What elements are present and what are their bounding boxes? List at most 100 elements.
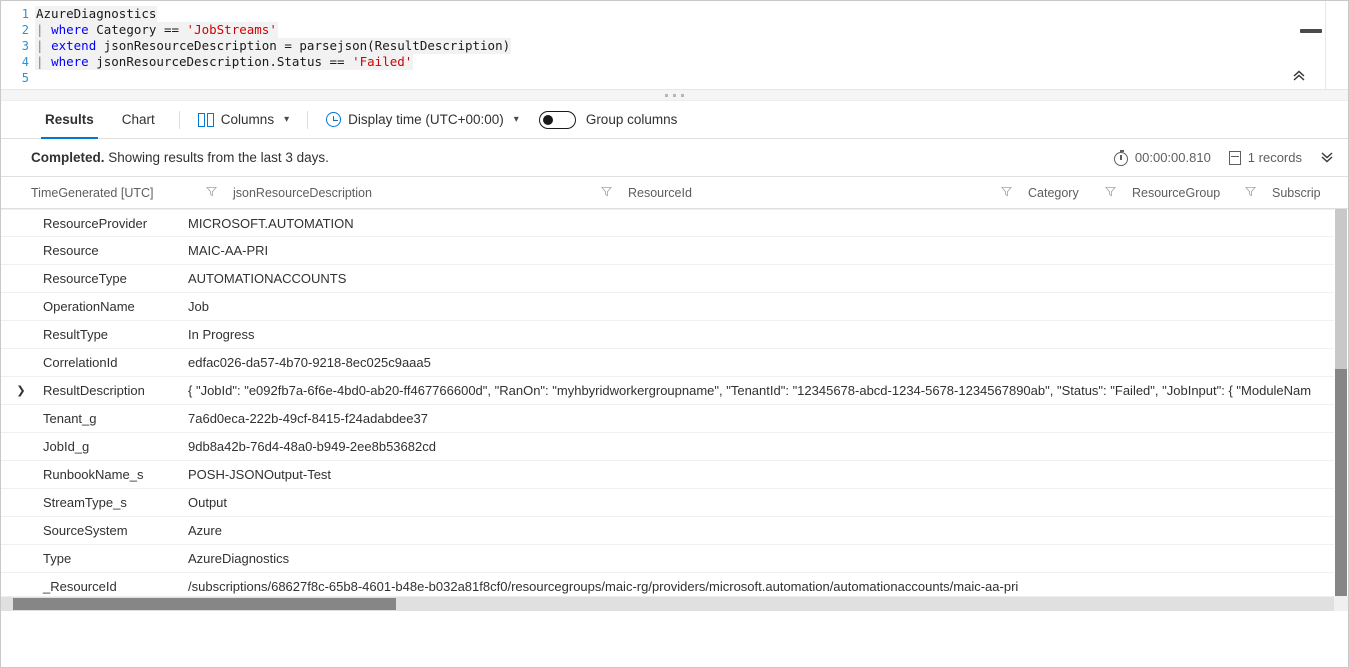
code-line[interactable]: AzureDiagnostics [35,6,1348,22]
row-expand-chevron-right-icon[interactable]: ❯ [1,384,41,397]
code-line[interactable] [35,70,1348,86]
row-key: _ResourceId [41,579,188,594]
table-row[interactable]: JobId_g9db8a42b-76d4-48a0-b949-2ee8b5368… [1,433,1348,461]
query-code-area[interactable]: AzureDiagnostics| where Category == 'Job… [35,1,1348,89]
vertical-scrollbar-thumb-upper[interactable] [1335,209,1347,369]
code-token: jsonResourceDescription.Status == [89,54,352,69]
code-token: | [36,22,51,37]
grid-column-header[interactable]: jsonResourceDescription [206,186,601,200]
row-value: edfac026-da57-4b70-9218-8ec025c9aaa5 [188,355,1348,370]
table-row[interactable]: ResourceProviderMICROSOFT.AUTOMATION [1,209,1348,237]
query-editor[interactable]: 12345 AzureDiagnostics| where Category =… [1,1,1348,90]
code-token: | [36,54,51,69]
expand-results-chevron-double-down-icon[interactable] [1320,149,1334,166]
record-count: 1 records [1229,150,1302,165]
row-value: MAIC-AA-PRI [188,243,1348,258]
row-key: Tenant_g [41,411,188,426]
grid-column-header-label: ResourceId [628,186,692,200]
table-row[interactable]: ResourceTypeAUTOMATIONACCOUNTS [1,265,1348,293]
code-line[interactable]: | extend jsonResourceDescription = parse… [35,38,1348,54]
table-row[interactable]: CorrelationIdedfac026-da57-4b70-9218-8ec… [1,349,1348,377]
display-time-button[interactable]: Display time (UTC+00:00) ▾ [318,108,527,131]
row-key: RunbookName_s [41,467,188,482]
table-row[interactable]: TypeAzureDiagnostics [1,545,1348,573]
group-columns-toggle[interactable] [539,111,576,129]
grid-column-header[interactable]: Category [1001,186,1105,200]
editor-splitter-handle[interactable] [1,90,1348,101]
grid-column-header-label: jsonResourceDescription [233,186,372,200]
tab-chart[interactable]: Chart [108,101,169,139]
timer-icon [1114,152,1128,166]
row-value: AzureDiagnostics [188,551,1348,566]
grid-column-header[interactable]: ResourceId [601,186,1001,200]
row-key: ResourceType [41,271,188,286]
column-filter-icon[interactable] [1245,186,1256,200]
line-number: 1 [1,6,29,22]
table-row[interactable]: SourceSystemAzure [1,517,1348,545]
status-message: Completed. Showing results from the last… [31,150,329,165]
code-token: Category == [89,22,187,37]
editor-scroll-track[interactable] [1325,1,1326,89]
code-token: extend [51,38,96,53]
row-key: StreamType_s [41,495,188,510]
grid-column-header[interactable]: ResourceGroup [1105,186,1245,200]
tab-results[interactable]: Results [31,101,108,139]
query-duration: 00:00:00.810 [1114,150,1211,166]
table-row[interactable]: StreamType_sOutput [1,489,1348,517]
toggle-knob [543,115,553,125]
horizontal-scrollbar[interactable] [1,596,1348,611]
column-filter-icon[interactable] [1105,186,1116,200]
line-number: 5 [1,70,29,86]
status-detail: Showing results from the last 3 days. [108,150,329,165]
collapse-editor-chevron-double-up-icon[interactable] [1288,65,1310,87]
row-value: /subscriptions/68627f8c-65b8-4601-b48e-b… [188,579,1348,594]
row-key: JobId_g [41,439,188,454]
code-token: where [51,22,89,37]
columns-button[interactable]: Columns ▾ [190,108,297,131]
tab-results-label: Results [45,112,94,127]
table-row[interactable]: Tenant_g7a6d0eca-222b-49cf-8415-f24adabd… [1,405,1348,433]
row-value: In Progress [188,327,1348,342]
line-number: 2 [1,22,29,38]
vertical-scrollbar-thumb[interactable] [1335,369,1347,596]
table-row[interactable]: ResultTypeIn Progress [1,321,1348,349]
grid-column-header-label: Category [1028,186,1079,200]
horizontal-scrollbar-thumb[interactable] [13,598,396,610]
toolbar-divider [307,111,308,129]
tab-chart-label: Chart [122,112,155,127]
line-number-gutter: 12345 [1,1,35,89]
columns-button-label: Columns [221,112,274,127]
code-token: jsonResourceDescription = parsejson(Resu… [96,38,510,53]
row-value: Output [188,495,1348,510]
table-row[interactable]: RunbookName_sPOSH-JSONOutput-Test [1,461,1348,489]
columns-icon [198,113,214,127]
table-row[interactable]: ResourceMAIC-AA-PRI [1,237,1348,265]
table-row[interactable]: ❯ResultDescription{ "JobId": "e092fb7a-6… [1,377,1348,405]
editor-scroll-thumb[interactable] [1300,29,1322,33]
column-filter-icon[interactable] [1001,186,1012,200]
results-status-bar: Completed. Showing results from the last… [1,139,1348,177]
row-key: Resource [41,243,188,258]
grid-column-header[interactable]: TimeGenerated [UTC] [31,186,206,200]
row-value: AUTOMATIONACCOUNTS [188,271,1348,286]
results-grid-header: TimeGenerated [UTC] jsonResourceDescripti… [1,177,1348,209]
group-columns-label: Group columns [586,112,678,127]
column-filter-icon[interactable] [601,186,612,200]
display-time-label: Display time (UTC+00:00) [348,112,504,127]
row-value: MICROSOFT.AUTOMATION [188,216,1348,231]
row-value: 9db8a42b-76d4-48a0-b949-2ee8b53682cd [188,439,1348,454]
row-value: Azure [188,523,1348,538]
grid-column-header[interactable]: Subscrip [1245,186,1325,200]
column-filter-icon[interactable] [206,186,217,200]
line-number: 4 [1,54,29,70]
row-key: CorrelationId [41,355,188,370]
code-token: 'Failed' [352,54,412,69]
code-line[interactable]: | where jsonResourceDescription.Status =… [35,54,1348,70]
results-grid-body[interactable]: ResourceProviderMICROSOFT.AUTOMATIONReso… [1,209,1348,611]
table-row[interactable]: OperationNameJob [1,293,1348,321]
vertical-scrollbar[interactable] [1334,209,1348,611]
row-value: { "JobId": "e092fb7a-6f6e-4bd0-ab20-ff46… [188,383,1348,398]
code-line[interactable]: | where Category == 'JobStreams' [35,22,1348,38]
grid-column-header-label: Subscrip [1272,186,1321,200]
chevron-down-icon: ▾ [284,114,289,125]
